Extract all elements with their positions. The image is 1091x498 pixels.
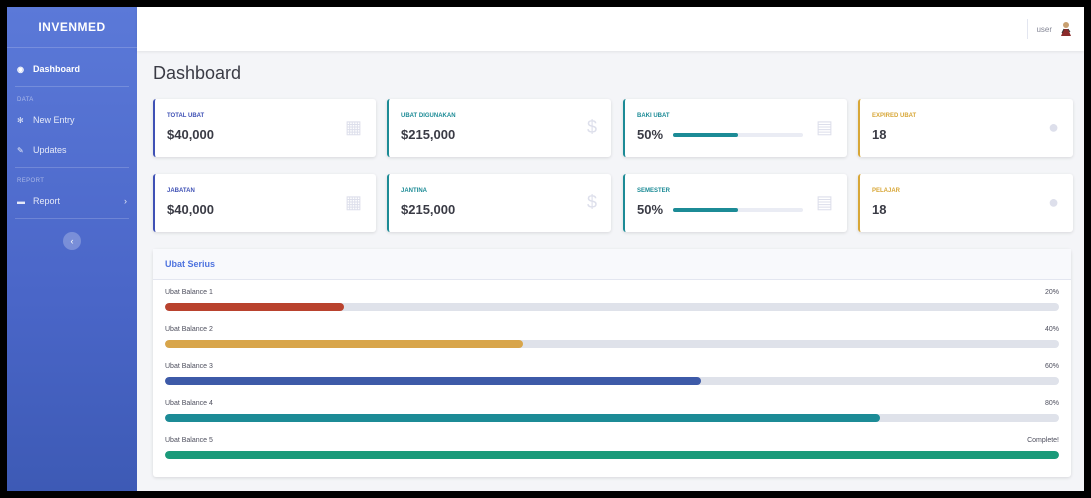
ubat-serius-panel: Ubat Serius Ubat Balance 1 20% Ubat Bala… [153, 249, 1071, 477]
progress-label: Ubat Balance 4 [165, 400, 213, 407]
card-value: 18 [872, 202, 887, 217]
gear-icon: ✻ [17, 115, 24, 125]
sidebar-item-report[interactable]: ▬ Report › [7, 186, 137, 216]
clipboard-icon: ▤ [815, 117, 833, 137]
sidebar-heading-data: DATA [17, 97, 34, 103]
progress-track [165, 451, 1059, 459]
card-value: 18 [872, 127, 887, 142]
progress-value: Complete! [1027, 437, 1059, 444]
sidebar-divider [15, 167, 129, 168]
progress-value: 60% [1044, 363, 1059, 370]
stat-card-pelajar: PELAJAR 18 ● [858, 174, 1073, 232]
progress-row: Ubat Balance 4 80% [165, 400, 1059, 430]
calendar-icon: ▦ [344, 192, 362, 212]
progress-label: Ubat Balance 5 [165, 437, 213, 444]
sidebar-toggle-button[interactable]: ‹ [63, 232, 81, 250]
topbar: user [137, 7, 1084, 51]
sidebar-item-label: Updates [33, 145, 67, 155]
sidebar-item-label: Report [33, 196, 61, 206]
panel-title: Ubat Serius [153, 249, 1071, 280]
progress-row: Ubat Balance 3 60% [165, 363, 1059, 393]
card-label: JABATAN [167, 188, 195, 194]
stat-card-jabatan: JABATAN $40,000 ▦ [153, 174, 376, 232]
progress-value: 80% [1044, 400, 1059, 407]
sidebar-divider [15, 218, 129, 219]
user-menu[interactable]: user [1027, 19, 1074, 39]
progress-bar [165, 303, 344, 311]
progress-bar [165, 414, 881, 422]
card-label: PELAJAR [872, 188, 901, 194]
card-label: JANTINA [401, 188, 428, 194]
card-value: $215,000 [401, 202, 456, 217]
card-label: SEMESTER [637, 188, 671, 194]
progress-row: Ubat Balance 1 20% [165, 289, 1059, 319]
progress-fill [673, 133, 738, 137]
stat-card-expired-ubat: EXPIRED UBAT 18 ● [858, 99, 1073, 157]
sidebar-item-label: New Entry [33, 115, 75, 125]
stat-card-ubat-digunakan: UBAT DIGUNAKAN $215,000 $ [387, 99, 611, 157]
user-name: user [1036, 24, 1052, 34]
progress-label: Ubat Balance 3 [165, 363, 213, 370]
card-value: $40,000 [167, 202, 214, 217]
sidebar-item-new-entry[interactable]: ✻ New Entry [7, 105, 137, 135]
progress-label: Ubat Balance 2 [165, 326, 213, 333]
stat-card-total-ubat: TOTAL UBAT $40,000 ▦ [153, 99, 376, 157]
card-value: $40,000 [167, 127, 214, 142]
dollar-icon: $ [586, 117, 597, 137]
app-window: INVENMED ◉ Dashboard DATA ✻ New Entry ✎ … [7, 7, 1084, 491]
progress-track [165, 414, 1059, 422]
card-label: BAKI UBAT [637, 113, 670, 119]
chevron-right-icon: › [124, 196, 127, 206]
stat-card-semester: SEMESTER 50% ▤ [623, 174, 847, 232]
card-label: UBAT DIGUNAKAN [401, 113, 456, 119]
tachometer-icon: ◉ [17, 64, 24, 74]
stat-card-jantina: JANTINA $215,000 $ [387, 174, 611, 232]
sidebar-item-dashboard[interactable]: ◉ Dashboard [7, 54, 137, 84]
comments-icon: ● [1048, 117, 1059, 137]
wrench-icon: ✎ [17, 145, 24, 155]
card-value: 50% [637, 202, 664, 217]
progress-track [165, 303, 1059, 311]
progress-label: Ubat Balance 1 [165, 289, 213, 296]
card-label: EXPIRED UBAT [872, 113, 917, 119]
card-label: TOTAL UBAT [167, 113, 205, 119]
folder-icon: ▬ [17, 196, 25, 206]
sidebar-divider [15, 86, 129, 87]
progress-track [165, 377, 1059, 385]
progress-bar [165, 451, 1059, 459]
sidebar: INVENMED ◉ Dashboard DATA ✻ New Entry ✎ … [7, 7, 137, 491]
progress-value: 20% [1044, 289, 1059, 296]
brand-logo[interactable]: INVENMED [7, 7, 137, 48]
progress-value: 40% [1044, 326, 1059, 333]
card-value: 50% [637, 127, 664, 142]
dollar-icon: $ [586, 192, 597, 212]
page-title: Dashboard [153, 63, 242, 83]
progress-bar [165, 377, 702, 385]
avatar [1061, 22, 1071, 36]
progress-bar [165, 340, 523, 348]
comments-icon: ● [1048, 192, 1059, 212]
card-progress-bar [673, 133, 803, 137]
sidebar-item-label: Dashboard [33, 64, 81, 74]
clipboard-icon: ▤ [815, 192, 833, 212]
stat-card-baki-ubat: BAKI UBAT 50% ▤ [623, 99, 847, 157]
progress-row: Ubat Balance 2 40% [165, 326, 1059, 356]
progress-track [165, 340, 1059, 348]
progress-row: Ubat Balance 5 Complete! [165, 437, 1059, 467]
sidebar-heading-report: REPORT [17, 178, 45, 184]
calendar-icon: ▦ [344, 117, 362, 137]
sidebar-item-updates[interactable]: ✎ Updates [7, 135, 137, 165]
card-progress-bar [673, 208, 803, 212]
progress-fill [673, 208, 738, 212]
card-value: $215,000 [401, 127, 456, 142]
